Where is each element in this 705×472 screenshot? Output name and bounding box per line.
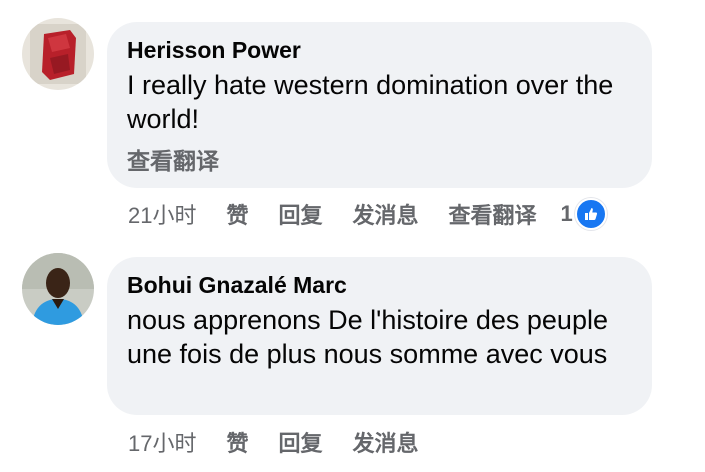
comment-actions: 17小时 赞 回复 发消息	[128, 426, 449, 458]
reaction-summary[interactable]: 1	[561, 198, 607, 230]
comment-actions: 21小时 赞 回复 发消息 查看翻译 1	[128, 198, 607, 230]
comment-text: I really hate western domination over th…	[127, 70, 614, 134]
comment-text: nous apprenons De l'histoire des peuple …	[127, 305, 608, 369]
like-button[interactable]: 赞	[226, 198, 248, 230]
avatar[interactable]	[22, 18, 94, 90]
comment-timestamp[interactable]: 17小时	[128, 426, 196, 458]
message-button[interactable]: 发消息	[353, 426, 419, 458]
avatar-image	[22, 253, 94, 325]
reply-button[interactable]: 回复	[279, 198, 323, 230]
avatar-image	[22, 18, 94, 90]
thumbs-up-icon	[574, 198, 607, 230]
reaction-count: 1	[560, 201, 573, 226]
see-translation-link[interactable]: 查看翻译	[127, 142, 632, 176]
comment-author[interactable]: Bohui Gnazalé Marc	[127, 271, 632, 299]
comment-timestamp[interactable]: 21小时	[128, 198, 196, 230]
comment-bubble: Bohui Gnazalé Marc nous apprenons De l'h…	[107, 257, 652, 415]
comment-author[interactable]: Herisson Power	[127, 36, 632, 64]
like-button[interactable]: 赞	[226, 426, 248, 458]
comment-bubble: Herisson Power I really hate western dom…	[107, 22, 652, 188]
message-button[interactable]: 发消息	[353, 198, 419, 230]
avatar[interactable]	[22, 253, 94, 325]
reply-button[interactable]: 回复	[279, 426, 323, 458]
see-translation-button[interactable]: 查看翻译	[449, 198, 537, 230]
